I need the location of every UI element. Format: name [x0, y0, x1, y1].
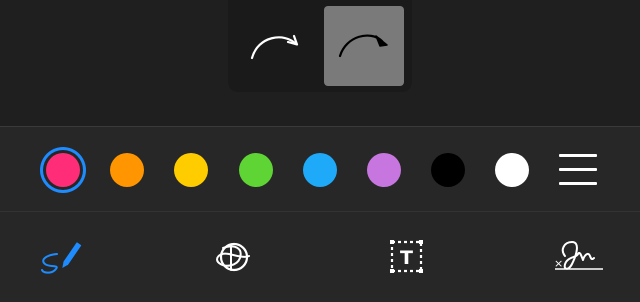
signature-tool[interactable]: ×	[552, 236, 608, 276]
color-swatch-green[interactable]	[239, 153, 273, 187]
arrow-style-filled[interactable]	[324, 6, 404, 86]
sketch-pen-icon	[41, 242, 82, 274]
signature-mark: ×	[554, 257, 563, 270]
sketch-tool[interactable]	[37, 236, 87, 276]
color-palette-bar	[0, 126, 640, 212]
text-tool-letter: T	[400, 247, 413, 269]
arrow-style-open[interactable]	[244, 6, 324, 86]
text-tool[interactable]: T	[382, 236, 432, 276]
shape-recognition-icon	[216, 242, 250, 272]
text-box-icon: T	[390, 240, 423, 273]
color-swatch-purple[interactable]	[367, 153, 401, 187]
color-swatch-white[interactable]	[495, 153, 529, 187]
color-swatch-orange[interactable]	[110, 153, 144, 187]
color-swatch-blue[interactable]	[303, 153, 337, 187]
signature-icon: ×	[554, 241, 603, 270]
color-swatch-pink[interactable]	[46, 153, 80, 187]
shape-tool[interactable]	[209, 236, 259, 276]
hamburger-menu-icon[interactable]	[559, 153, 599, 187]
arrow-style-picker	[228, 0, 412, 92]
canvas-area	[0, 0, 640, 126]
open-arrow-icon	[250, 34, 299, 60]
color-swatch-black[interactable]	[431, 153, 465, 187]
filled-arrow-icon	[338, 34, 388, 58]
color-swatch-yellow[interactable]	[174, 153, 208, 187]
markup-tools-bar: T ×	[0, 212, 640, 302]
